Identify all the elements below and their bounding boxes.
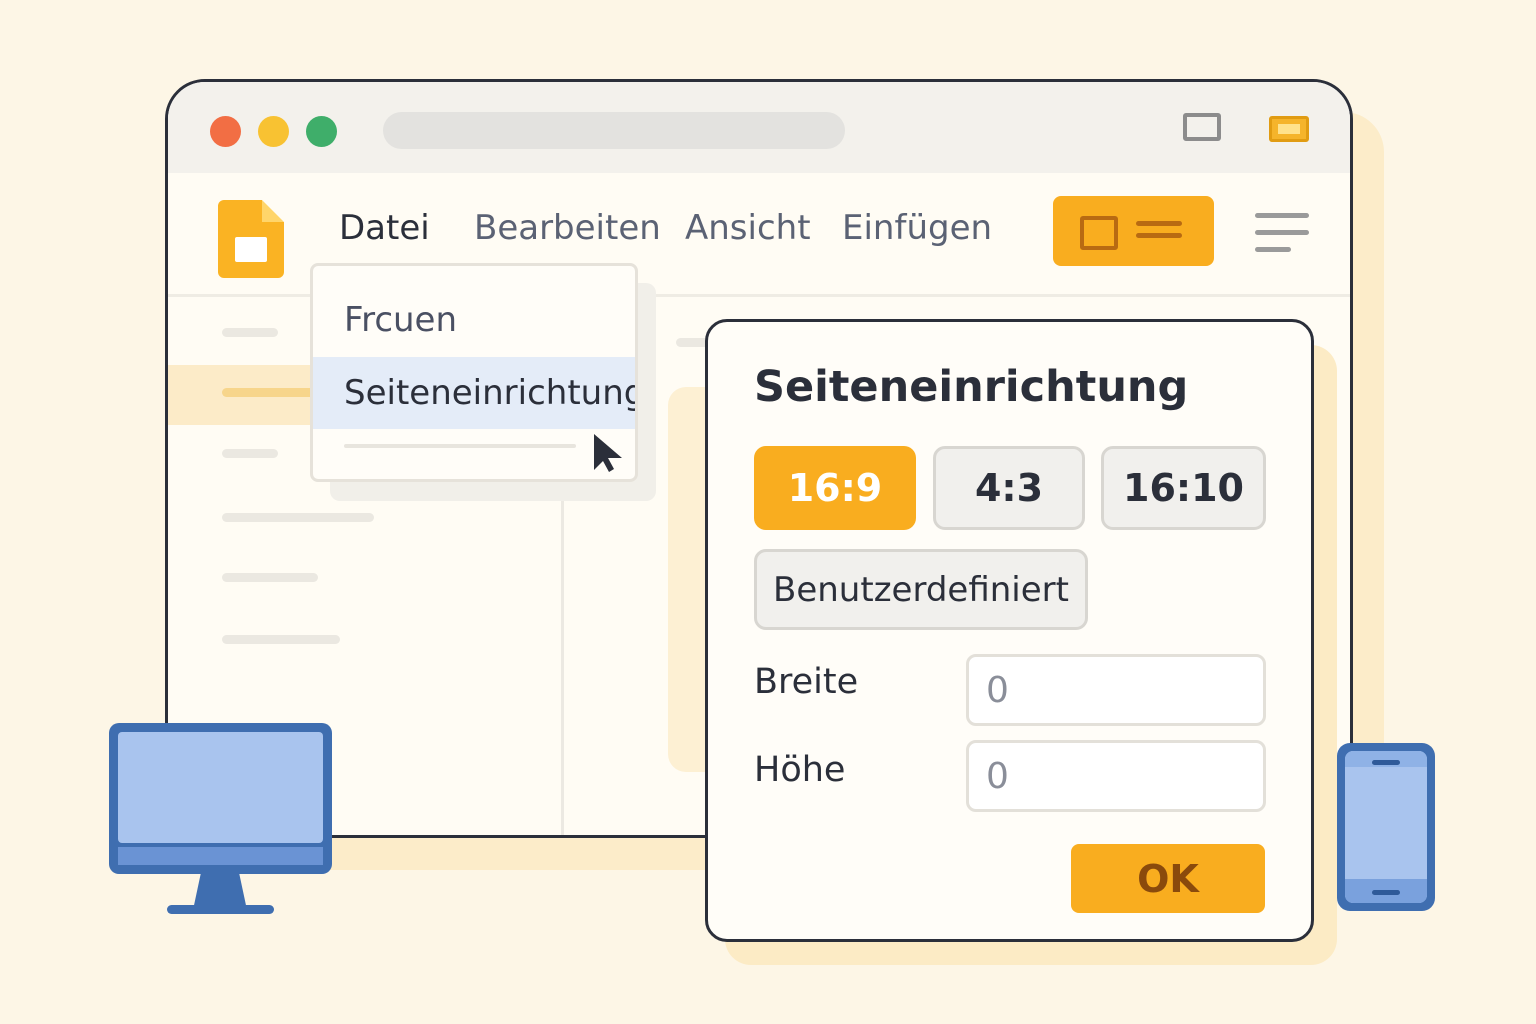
menu-bearbeiten[interactable]: Bearbeiten	[474, 208, 661, 248]
close-window-button[interactable]	[210, 116, 241, 147]
menu-ansicht[interactable]: Ansicht	[685, 208, 811, 248]
slides-app-logo	[218, 200, 284, 278]
sidebar-placeholder	[222, 635, 340, 644]
ratio-16-10-button[interactable]: 16:10	[1101, 446, 1266, 530]
slideshow-icon[interactable]	[1269, 116, 1309, 142]
minimize-window-button[interactable]	[258, 116, 289, 147]
menu-datei[interactable]: Datei	[339, 208, 430, 248]
sidebar-placeholder	[222, 513, 374, 522]
smartphone-icon	[1337, 743, 1435, 911]
custom-size-button[interactable]: Benutzerdefiniert	[754, 549, 1088, 630]
panel-divider	[561, 472, 564, 835]
height-input[interactable]	[966, 740, 1266, 812]
dropdown-item-seiteneinrichtung[interactable]: Seiteneinrichtung	[313, 357, 635, 429]
slide-layout-icon	[1080, 216, 1118, 250]
mouse-cursor-icon	[594, 434, 622, 472]
sidebar-placeholder	[222, 573, 318, 582]
ok-button[interactable]: OK	[1071, 844, 1265, 913]
address-bar[interactable]	[383, 112, 845, 149]
ratio-4-3-button[interactable]: 4:3	[933, 446, 1085, 530]
sidebar-placeholder	[222, 388, 318, 397]
sidebar-placeholder	[222, 449, 278, 458]
maximize-window-button[interactable]	[306, 116, 337, 147]
dropdown-item-frcuen[interactable]: Frcuen	[313, 284, 635, 356]
dialog-title: Seiteneinrichtung	[754, 362, 1189, 412]
layout-button[interactable]	[1053, 196, 1214, 266]
title-bar	[168, 82, 1350, 173]
width-input[interactable]	[966, 654, 1266, 726]
window-layout-icon[interactable]	[1183, 113, 1221, 141]
width-label: Breite	[754, 662, 859, 702]
dropdown-separator	[344, 444, 576, 448]
sidebar-placeholder	[222, 328, 278, 337]
page-setup-dialog: Seiteneinrichtung 16:9 4:3 16:10 Benutze…	[705, 319, 1314, 942]
ratio-16-9-button[interactable]: 16:9	[754, 446, 916, 530]
menu-einfuegen[interactable]: Einfügen	[842, 208, 992, 248]
desktop-monitor-icon	[109, 723, 332, 874]
file-dropdown-menu: Frcuen Seiteneinrichtung	[310, 263, 638, 482]
height-label: Höhe	[754, 750, 846, 790]
monitor-base	[167, 905, 274, 914]
